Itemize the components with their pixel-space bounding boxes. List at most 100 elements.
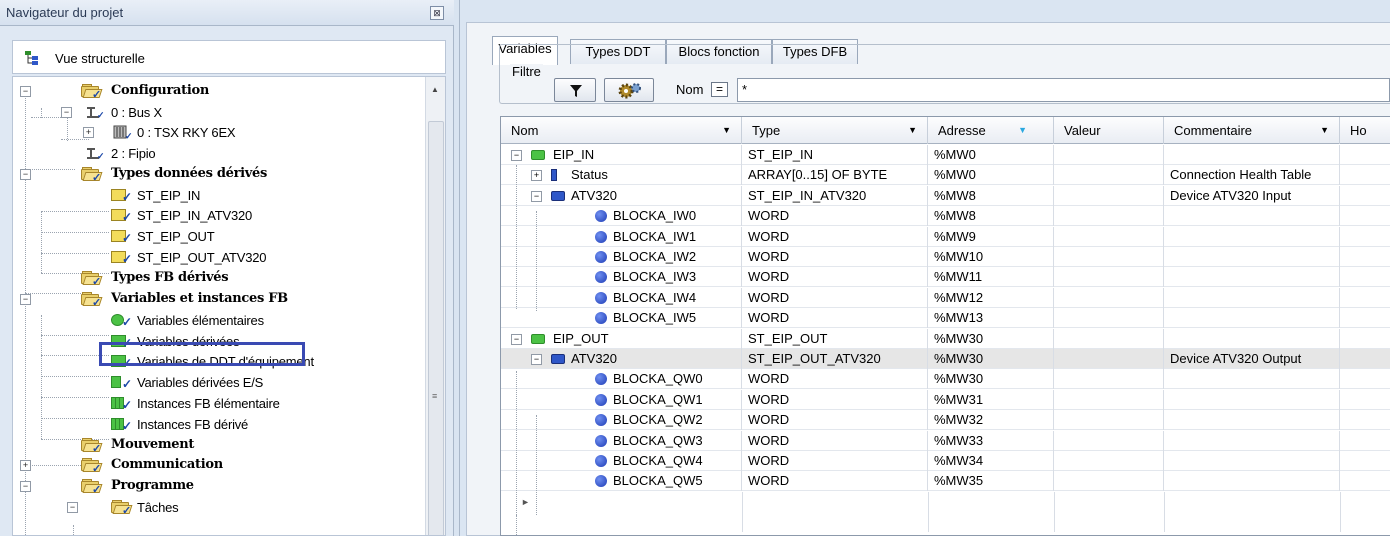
cell-type[interactable]: WORD	[742, 287, 928, 308]
cell-value[interactable]	[1054, 389, 1164, 410]
scrollbar-thumb[interactable]	[428, 121, 444, 535]
collapse-icon[interactable]: −	[20, 294, 31, 305]
cell-value[interactable]	[1054, 308, 1164, 329]
cell-value[interactable]	[1054, 206, 1164, 227]
cell-name[interactable]: BLOCKA_IW4	[501, 287, 742, 308]
cell-type[interactable]: WORD	[742, 389, 928, 410]
cell-name[interactable]: BLOCKA_QW0	[501, 369, 742, 390]
scroll-up-icon[interactable]: ▲	[431, 85, 439, 94]
collapse-icon[interactable]: −	[511, 333, 522, 345]
cell-value[interactable]	[1054, 410, 1164, 431]
expand-icon[interactable]: +	[20, 460, 31, 471]
cell-type[interactable]: WORD	[742, 430, 928, 451]
cell-type[interactable]: ST_EIP_OUT	[742, 328, 928, 349]
cell-address[interactable]: %MW10	[928, 247, 1054, 267]
cell-type[interactable]: WORD	[742, 206, 928, 227]
collapse-icon[interactable]: −	[20, 169, 31, 180]
table-row[interactable]: BLOCKA_QW2 WORD %MW32	[501, 410, 1390, 431]
cell-ho[interactable]	[1340, 206, 1390, 226]
table-row[interactable]: BLOCKA_IW0 WORD %MW8	[501, 206, 1390, 227]
cell-ho[interactable]	[1340, 247, 1390, 267]
collapse-icon[interactable]: −	[20, 481, 31, 492]
cell-comment[interactable]	[1164, 206, 1340, 227]
dropdown-icon[interactable]: ▼	[722, 117, 731, 144]
cell-value[interactable]	[1054, 430, 1164, 451]
table-row[interactable]: BLOCKA_IW3 WORD %MW11	[501, 267, 1390, 288]
cell-address[interactable]: %MW8	[928, 206, 1054, 227]
cell-comment[interactable]	[1164, 267, 1340, 288]
cell-address[interactable]: %MW12	[928, 287, 1054, 308]
cell-comment[interactable]	[1164, 328, 1340, 349]
table-row[interactable]: − ATV320 ST_EIP_OUT_ATV320 %MW30 Device ATV3…	[501, 349, 1390, 369]
cell-type[interactable]: WORD	[742, 247, 928, 267]
cell-value[interactable]	[1054, 349, 1164, 369]
filter-options-button[interactable]	[604, 78, 654, 102]
cell-type[interactable]: WORD	[742, 267, 928, 288]
cell-name[interactable]: BLOCKA_QW2	[501, 410, 742, 431]
cell-ho[interactable]	[1340, 451, 1390, 471]
expand-icon[interactable]: +	[83, 127, 94, 138]
cell-type[interactable]: WORD	[742, 471, 928, 492]
cell-address[interactable]: %MW9	[928, 226, 1054, 247]
cell-comment[interactable]: Device ATV320 Input	[1164, 185, 1340, 206]
cell-name[interactable]: BLOCKA_QW5	[501, 471, 742, 492]
cell-type[interactable]: WORD	[742, 451, 928, 471]
cell-comment[interactable]	[1164, 287, 1340, 308]
cell-ho[interactable]	[1340, 267, 1390, 287]
collapse-icon[interactable]: −	[20, 86, 31, 97]
cell-address[interactable]: %MW35	[928, 471, 1054, 492]
cell-comment[interactable]	[1164, 451, 1340, 471]
cell-value[interactable]	[1054, 165, 1164, 186]
cell-comment[interactable]	[1164, 430, 1340, 451]
table-row[interactable]: BLOCKA_QW5 WORD %MW35	[501, 471, 1390, 492]
cell-type[interactable]: WORD	[742, 410, 928, 431]
cell-address[interactable]: %MW30	[928, 349, 1054, 369]
cell-comment[interactable]	[1164, 471, 1340, 492]
cell-address[interactable]: %MW0	[928, 165, 1054, 186]
cell-type[interactable]: WORD	[742, 226, 928, 247]
table-row[interactable]: − EIP_OUT ST_EIP_OUT %MW30	[501, 328, 1390, 349]
close-icon[interactable]: ⊠	[430, 6, 444, 20]
cell-address[interactable]: %MW31	[928, 389, 1054, 410]
cell-ho[interactable]	[1340, 145, 1390, 165]
cell-address[interactable]: %MW13	[928, 308, 1054, 329]
filter-funnel-button[interactable]	[554, 78, 596, 102]
cell-address[interactable]: %MW34	[928, 451, 1054, 471]
cell-value[interactable]	[1054, 471, 1164, 492]
cell-ho[interactable]	[1340, 186, 1390, 206]
cell-ho[interactable]	[1340, 369, 1390, 389]
cell-value[interactable]	[1054, 185, 1164, 206]
cell-ho[interactable]	[1340, 227, 1390, 247]
cell-name[interactable]: − ATV320	[501, 349, 742, 369]
table-row[interactable]: BLOCKA_QW4 WORD %MW34	[501, 451, 1390, 471]
cell-ho[interactable]	[1340, 329, 1390, 349]
table-row[interactable]: BLOCKA_QW3 WORD %MW33	[501, 430, 1390, 451]
cell-address[interactable]: %MW32	[928, 410, 1054, 431]
cell-comment[interactable]: Connection Health Table	[1164, 165, 1340, 186]
cell-value[interactable]	[1054, 267, 1164, 288]
cell-address[interactable]: %MW0	[928, 145, 1054, 165]
cell-value[interactable]	[1054, 451, 1164, 471]
cell-name[interactable]: BLOCKA_QW1	[501, 389, 742, 410]
table-row[interactable]: BLOCKA_IW2 WORD %MW10	[501, 247, 1390, 267]
sort-icon[interactable]: ▼	[1018, 117, 1027, 144]
cell-name[interactable]: BLOCKA_IW1	[501, 226, 742, 247]
cell-address[interactable]: %MW30	[928, 328, 1054, 349]
cell-ho[interactable]	[1340, 471, 1390, 491]
cell-address[interactable]: %MW30	[928, 369, 1054, 390]
table-row[interactable]: + Status ARRAY[0..15] OF BYTE %MW0 Connectio…	[501, 165, 1390, 186]
cell-name[interactable]: BLOCKA_QW4	[501, 451, 742, 471]
cell-name[interactable]: + Status	[501, 165, 742, 186]
column-header-name[interactable]: Nom ▼	[501, 117, 742, 144]
cell-address[interactable]: %MW8	[928, 185, 1054, 206]
cell-type[interactable]: ARRAY[0..15] OF BYTE	[742, 165, 928, 186]
cell-name[interactable]: BLOCKA_IW0	[501, 206, 742, 227]
new-entry-row[interactable]: ►	[501, 491, 1390, 532]
cell-comment[interactable]	[1164, 369, 1340, 390]
cell-comment[interactable]	[1164, 226, 1340, 247]
cell-type[interactable]: ST_EIP_OUT_ATV320	[742, 349, 928, 369]
dropdown-icon[interactable]: ▼	[908, 117, 917, 144]
cell-comment[interactable]	[1164, 145, 1340, 165]
cell-name[interactable]: BLOCKA_QW3	[501, 430, 742, 451]
table-row[interactable]: BLOCKA_IW5 WORD %MW13	[501, 308, 1390, 329]
